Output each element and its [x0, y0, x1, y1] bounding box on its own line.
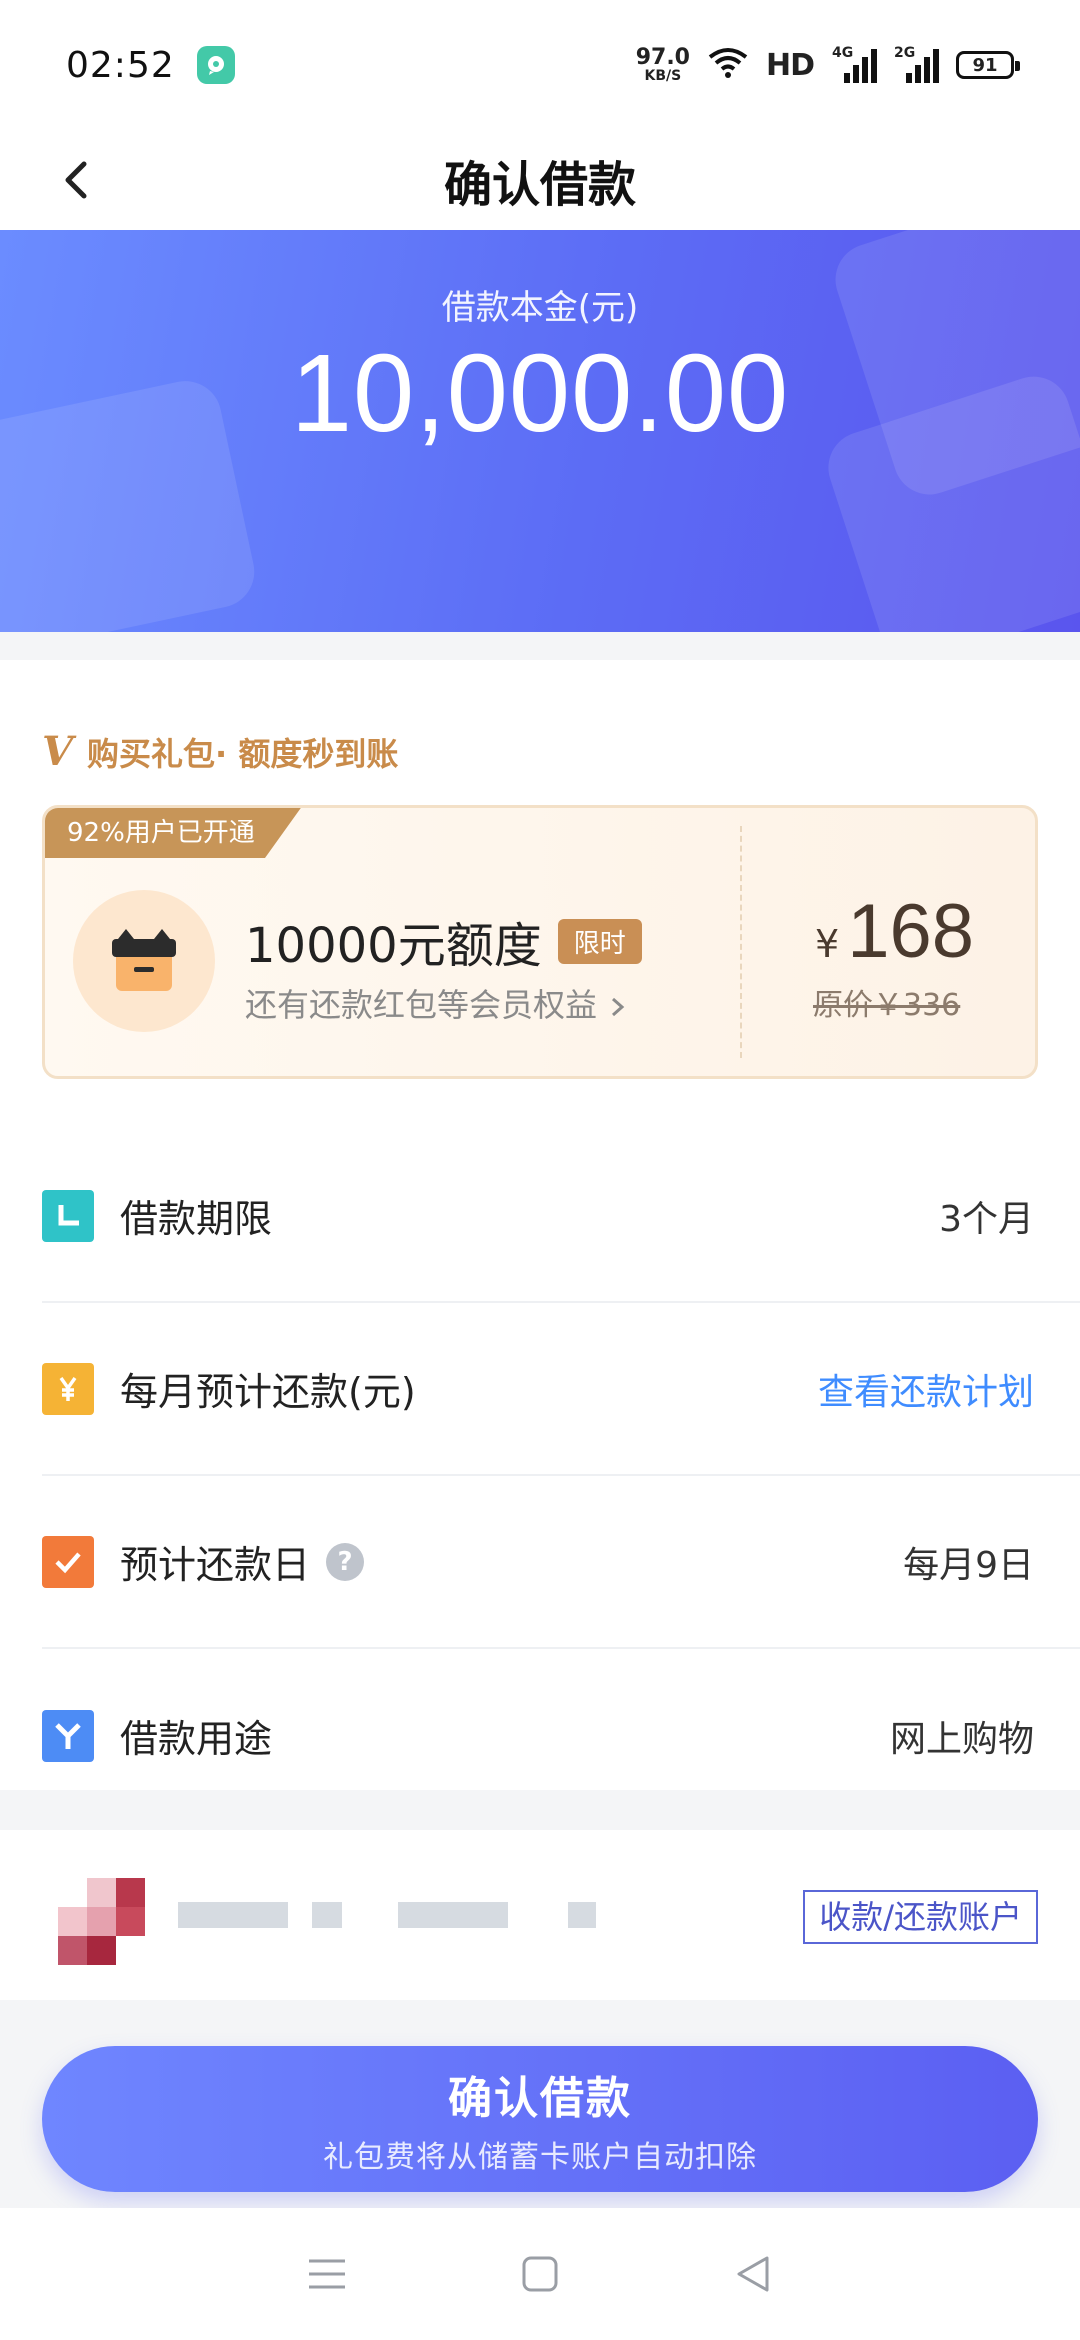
- offer-divider: [740, 826, 742, 1058]
- loan-purpose-label: 借款用途: [120, 1717, 273, 1761]
- gift-box-icon: [73, 890, 215, 1032]
- confirm-loan-button[interactable]: 确认借款 礼包费将从储蓄卡账户自动扣除: [42, 2046, 1038, 2192]
- page-title: 确认借款: [443, 157, 636, 213]
- offer-subtitle: 还有还款红包等会员权益: [245, 980, 629, 1026]
- masked-account-info: [178, 1902, 288, 1928]
- status-time: 02:52: [66, 44, 175, 86]
- offer-title: 10000元额度: [245, 918, 542, 974]
- promo-tagline: 购买礼包· 额度秒到账: [87, 734, 399, 773]
- limited-time-badge: 限时: [557, 918, 642, 964]
- chevron-right-icon: [612, 997, 625, 1017]
- battery-level: 91: [972, 54, 998, 76]
- signal-2g-icon: 2G: [894, 45, 939, 83]
- gift-package-offer[interactable]: 92%用户已开通 10000元额度 限时 还有还款红包等会员权益 ¥ 168 原…: [42, 805, 1038, 1079]
- repayment-date-value: 每月9日: [903, 1544, 1034, 1586]
- loan-purpose-value: 网上购物: [889, 1718, 1034, 1760]
- monthly-payment-row: 每月预计还款(元) 查看还款计划: [42, 1303, 1080, 1476]
- network-speed: 97.0 KB/S: [635, 45, 690, 84]
- confirm-loan-label: 确认借款: [448, 2073, 632, 2124]
- loan-term-row[interactable]: 借款期限 3个月: [42, 1130, 1080, 1303]
- home-square-icon[interactable]: [515, 2249, 565, 2299]
- signal-4g-label: 4G: [832, 45, 854, 61]
- loan-term-label: 借款期限: [120, 1197, 273, 1241]
- masked-account-info: [398, 1902, 508, 1928]
- nav-bar: 确认借款: [0, 130, 1080, 230]
- repayment-date-row: 预计还款日 ? 每月9日: [42, 1476, 1080, 1649]
- battery-icon: 91: [956, 51, 1020, 79]
- hd-indicator: HD: [765, 47, 815, 83]
- monthly-payment-label: 每月预计还款(元): [120, 1370, 416, 1414]
- back-triangle-icon[interactable]: [728, 2249, 778, 2299]
- adoption-ribbon: 92%用户已开通: [45, 808, 301, 858]
- signal-2g-label: 2G: [894, 45, 916, 61]
- view-repayment-plan-link[interactable]: 查看还款计划: [818, 1363, 1034, 1415]
- checkmark-icon: [42, 1535, 94, 1588]
- original-price: 原价￥336: [813, 988, 961, 1023]
- back-button[interactable]: [50, 152, 106, 208]
- menu-icon[interactable]: [302, 2249, 352, 2299]
- signal-4g-icon: 4G: [832, 45, 877, 83]
- clock-icon: [42, 1189, 94, 1242]
- masked-account-info: [568, 1902, 596, 1928]
- loan-info-list: 借款期限 3个月 每月预计还款(元) 查看还款计划 预计还款日 ? 每月9日 借…: [0, 1130, 1080, 1822]
- loan-amount-label: 借款本金(元): [441, 288, 639, 328]
- vip-v-icon: V: [42, 728, 74, 775]
- help-question-icon[interactable]: ?: [326, 1542, 365, 1581]
- price-value: 168: [847, 889, 974, 974]
- bank-account-section: 收款/还款账户: [0, 1830, 1080, 2000]
- loan-amount-banner: 借款本金(元) 10,000.00: [0, 230, 1080, 632]
- chevron-left-icon: [65, 161, 87, 199]
- chat-bubble-icon: [196, 46, 235, 84]
- y-branch-icon: [42, 1709, 94, 1762]
- network-speed-value: 97.0: [635, 45, 690, 70]
- system-navigation-bar: [0, 2208, 1080, 2340]
- confirm-loan-note: 礼包费将从储蓄卡账户自动扣除: [323, 2140, 757, 2175]
- loan-amount-value: 10,000.00: [290, 332, 790, 455]
- loan-term-value: 3个月: [939, 1198, 1034, 1240]
- loan-details-card: V 购买礼包· 额度秒到账 92%用户已开通 10000元额度 限时 还有还款红…: [0, 660, 1080, 1790]
- repayment-account-button[interactable]: 收款/还款账户: [803, 1890, 1038, 1944]
- wifi-icon: [708, 47, 748, 83]
- price-currency: ¥: [815, 922, 840, 966]
- network-speed-unit: KB/S: [644, 68, 682, 84]
- promo-header: V 购买礼包· 额度秒到账: [42, 728, 398, 775]
- offer-price: ¥ 168: [815, 888, 974, 975]
- masked-account-info: [312, 1902, 342, 1928]
- yuan-icon: [42, 1362, 94, 1415]
- status-indicators: 97.0 KB/S HD 4G 2G 91: [635, 45, 1020, 84]
- bank-logo: [58, 1878, 146, 1966]
- offer-subtitle-text: 还有还款红包等会员权益: [245, 986, 598, 1024]
- status-bar: 02:52 97.0 KB/S HD 4G 2G 91: [0, 0, 1080, 130]
- offer-title-row: 10000元额度 限时: [245, 906, 642, 976]
- repayment-date-label: 预计还款日: [120, 1543, 311, 1587]
- loan-purpose-row[interactable]: 借款用途 网上购物: [42, 1649, 1080, 1822]
